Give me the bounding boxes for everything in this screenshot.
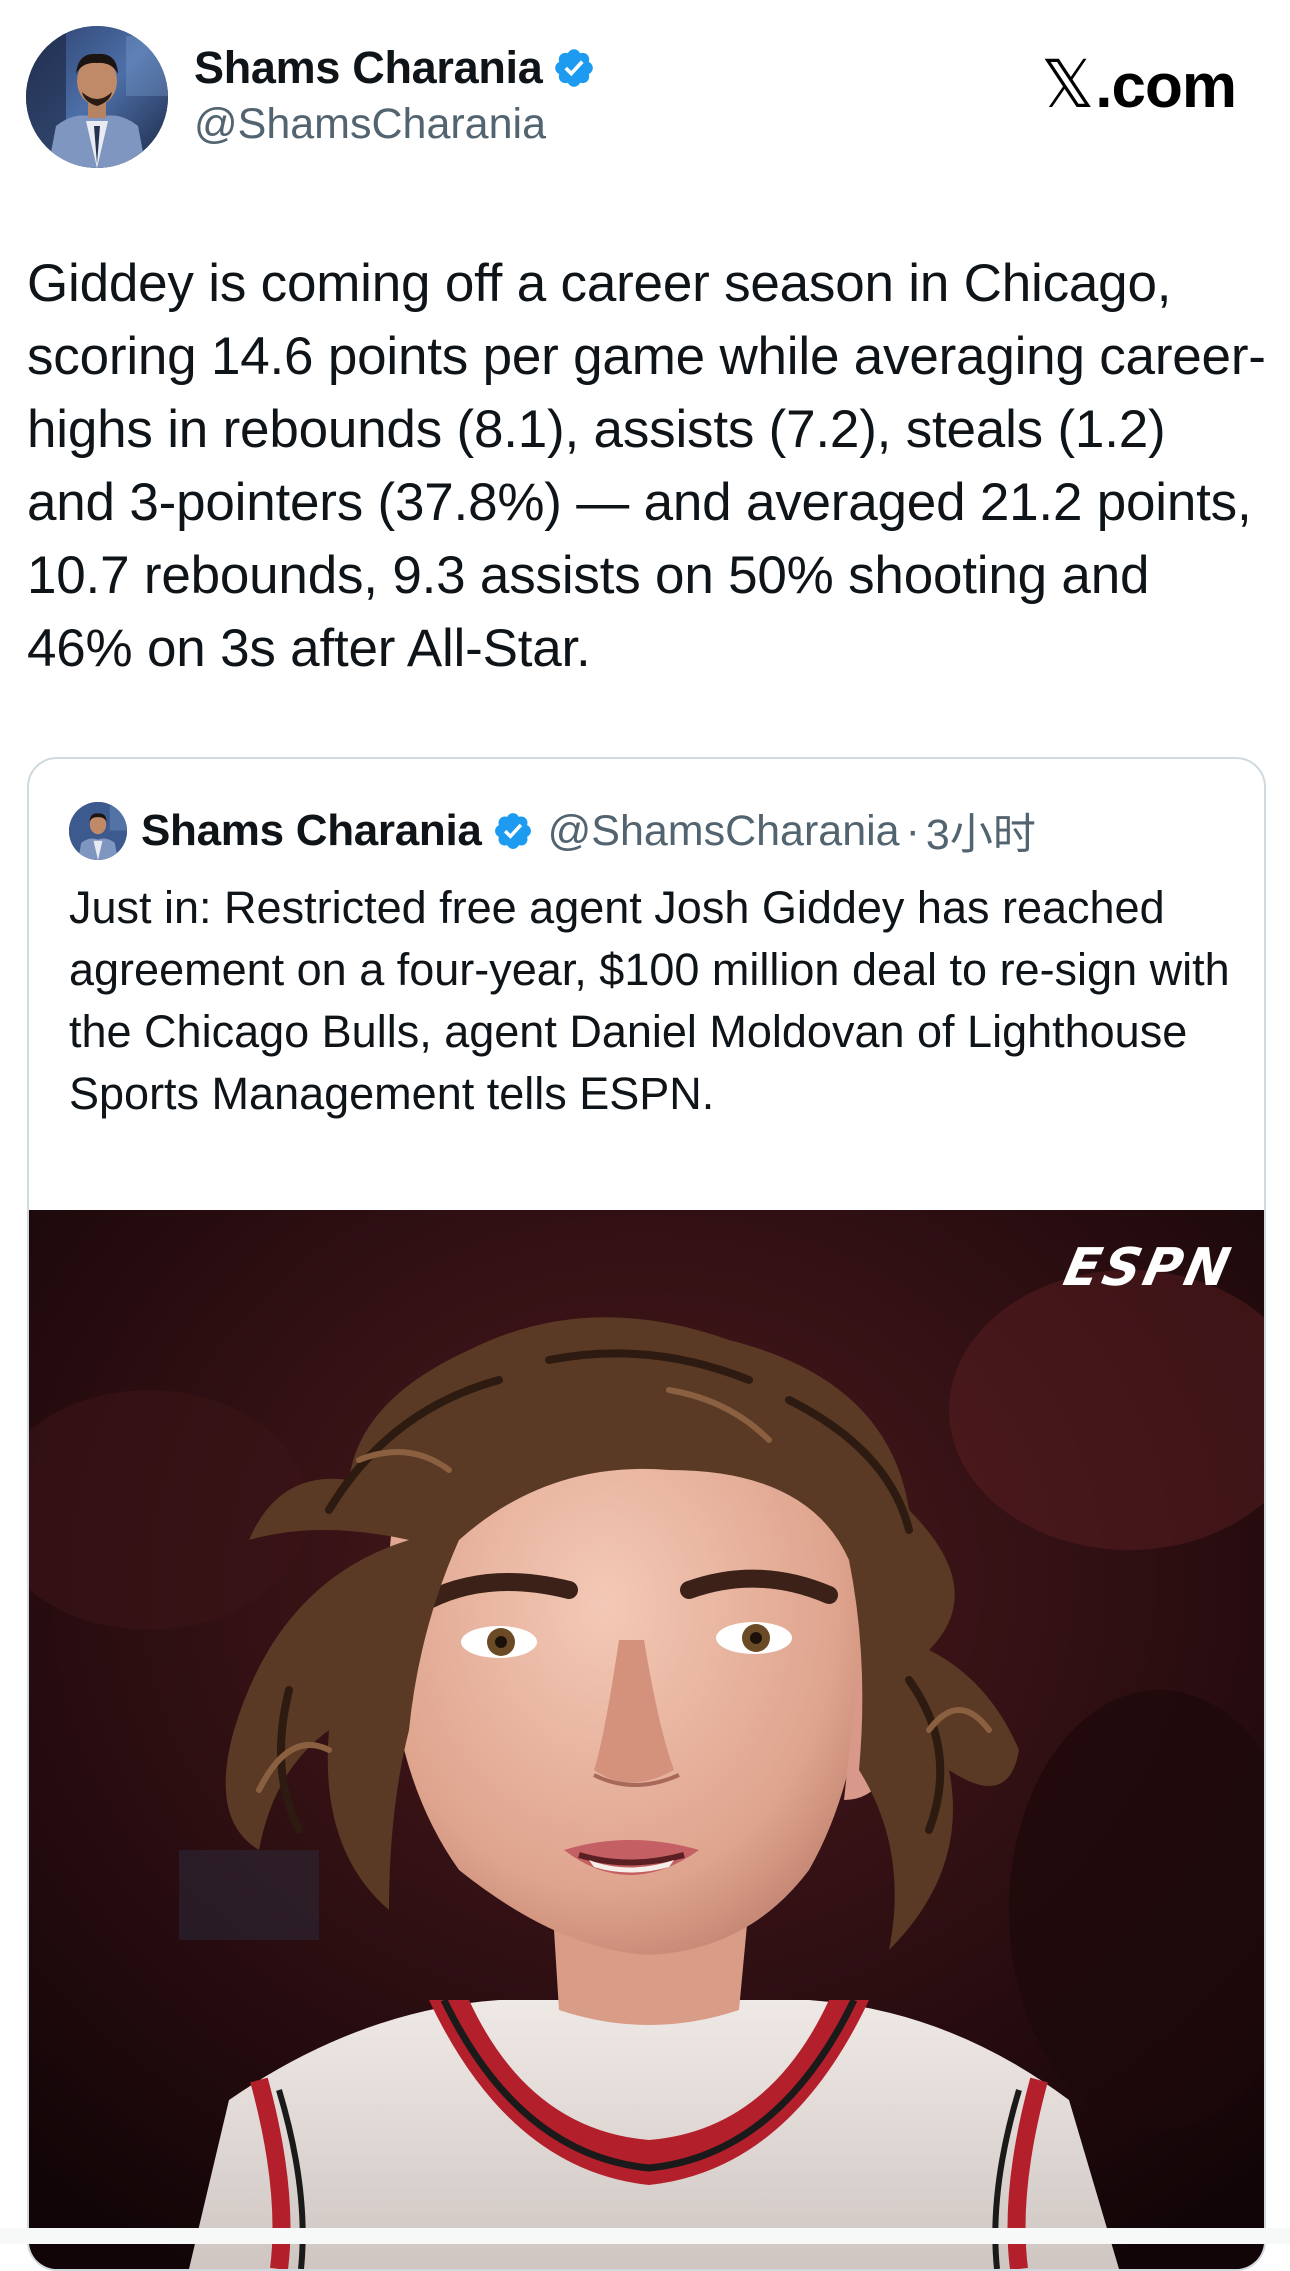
verified-badge-icon <box>494 813 531 849</box>
x-com-logo: 𝕏 .com <box>1041 46 1237 123</box>
timestamp-separator: · <box>905 806 920 855</box>
quoted-author-handle[interactable]: @ShamsCharania <box>548 807 900 856</box>
player-photo <box>29 1210 1264 2269</box>
quoted-author-name[interactable]: Shams Charania <box>141 806 482 856</box>
quoted-post-header: Shams Charania @ShamsCharania · 3小时 <box>69 801 1036 861</box>
espn-watermark: ESPN <box>1059 1238 1239 1298</box>
x-logo-icon: 𝕏 <box>1041 47 1094 121</box>
quoted-post-text: Just in: Restricted free agent Josh Gidd… <box>69 882 1230 1119</box>
quoted-author-avatar[interactable] <box>69 802 127 860</box>
post-header: Shams Charania @ShamsCharania 𝕏 .com <box>26 26 1266 176</box>
author-handle[interactable]: @ShamsCharania <box>194 100 596 149</box>
x-logo-suffix: .com <box>1095 52 1237 121</box>
author-avatar-image <box>26 26 168 168</box>
quoted-post-timestamp[interactable]: 3小时 <box>926 800 1036 862</box>
author-name[interactable]: Shams Charania <box>194 42 543 94</box>
quoted-author-avatar-image <box>69 802 127 860</box>
author-name-row: Shams Charania <box>194 40 596 96</box>
post-text: Giddey is coming off a career season in … <box>27 254 1266 678</box>
quoted-post-media[interactable]: ESPN <box>29 1210 1264 2269</box>
author-avatar[interactable] <box>26 26 168 168</box>
verified-badge-icon <box>555 49 594 87</box>
quoted-post-card[interactable]: Shams Charania @ShamsCharania · 3小时 Just… <box>27 757 1266 2271</box>
author-info: Shams Charania @ShamsCharania <box>194 40 596 149</box>
next-content-edge <box>0 2228 1290 2244</box>
